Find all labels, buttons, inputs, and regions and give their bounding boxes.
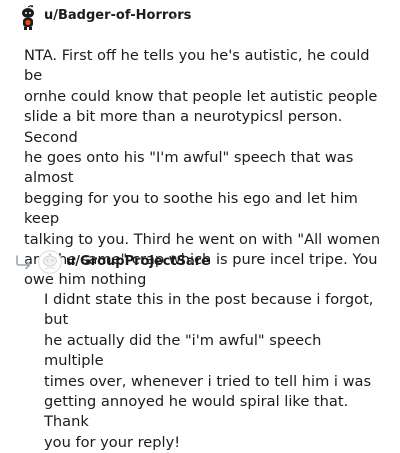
default-avatar-icon[interactable] <box>38 250 62 274</box>
comment-header: u/GroupProjectSare <box>0 246 400 280</box>
comment-groupprojectsare: u/GroupProjectSare I didnt state this in… <box>0 246 400 451</box>
comment-header: u/Badger-of-Horrors <box>0 0 400 34</box>
separator-dot <box>172 16 175 19</box>
comment-author[interactable]: u/GroupProjectSare <box>66 254 210 269</box>
snoo-avatar-icon[interactable] <box>18 5 38 31</box>
reply-arrow-icon <box>16 255 31 270</box>
comment-badger-of-horrors: u/Badger-of-Horrors NTA. First off he te… <box>0 0 400 288</box>
comment-body: I didnt state this in the post because i… <box>44 291 374 451</box>
separator-dot <box>190 260 193 263</box>
comment-author[interactable]: u/Badger-of-Horrors <box>44 8 191 23</box>
